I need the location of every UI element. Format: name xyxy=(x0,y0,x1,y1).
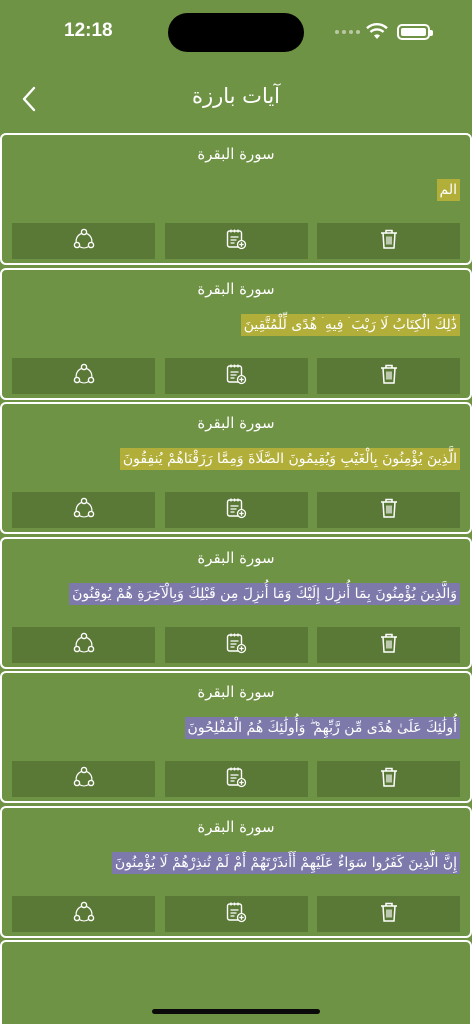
share-icon xyxy=(73,363,95,389)
delete-button[interactable] xyxy=(317,895,460,932)
add-note-icon xyxy=(225,632,247,658)
wifi-icon xyxy=(366,23,388,44)
card-actions xyxy=(12,492,460,528)
battery-icon xyxy=(397,24,433,40)
card-actions xyxy=(12,223,460,259)
card-actions xyxy=(12,761,460,797)
delete-button[interactable] xyxy=(317,492,460,528)
delete-button[interactable] xyxy=(317,223,460,259)
sura-name: سورة البقرة xyxy=(197,683,275,701)
ayah-card[interactable]: سورة البقرة وَالَّذِينَ يُؤْمِنُونَ بِمَا… xyxy=(0,536,472,669)
add-note-button[interactable] xyxy=(164,626,308,663)
signal-icon xyxy=(335,30,360,34)
ayah-text[interactable]: وَالَّذِينَ يُؤْمِنُونَ بِمَا أُنزِلَ إِ… xyxy=(69,582,460,605)
add-note-icon xyxy=(225,497,247,523)
delete-button[interactable] xyxy=(317,357,460,394)
ayah-text[interactable]: أُولَٰئِكَ عَلَىٰ هُدًى مِّن رَّبِّهِمْ … xyxy=(184,717,460,739)
ayah-card[interactable]: سورة البقرة الم xyxy=(0,133,472,265)
navigation-bar: آيات بارزة xyxy=(0,72,472,126)
ayah-text[interactable]: الم xyxy=(436,179,460,201)
card-actions xyxy=(12,357,460,394)
add-note-icon xyxy=(225,901,247,927)
card-actions xyxy=(12,895,460,932)
delete-button[interactable] xyxy=(317,761,460,797)
ayah-card[interactable]: سورة البقرة الَّذِينَ يُؤْمِنُونَ بِالْغَ… xyxy=(0,402,472,534)
trash-icon xyxy=(379,766,399,792)
add-note-button[interactable] xyxy=(164,223,308,259)
ayah-text[interactable]: الَّذِينَ يُؤْمِنُونَ بِالْغَيْبِ وَيُقِ… xyxy=(119,448,460,470)
trash-icon xyxy=(379,497,399,523)
trash-icon xyxy=(379,228,399,254)
share-icon xyxy=(73,632,95,658)
share-button[interactable] xyxy=(12,492,155,528)
add-note-button[interactable] xyxy=(164,895,308,932)
sura-name: سورة البقرة xyxy=(197,817,275,836)
add-note-icon xyxy=(225,363,247,389)
dynamic-island xyxy=(168,13,304,52)
trash-icon xyxy=(379,632,399,658)
ayah-card[interactable]: سورة البقرة أُولَٰئِكَ عَلَىٰ هُدًى مِّن … xyxy=(0,671,472,803)
sura-name: سورة البقرة xyxy=(197,279,275,298)
add-note-icon xyxy=(225,228,247,254)
add-note-button[interactable] xyxy=(164,761,308,797)
share-icon xyxy=(73,766,95,792)
sura-name: سورة البقرة xyxy=(197,414,275,432)
share-button[interactable] xyxy=(12,357,155,394)
home-indicator[interactable] xyxy=(152,1009,320,1014)
card-actions xyxy=(12,626,460,663)
sura-name: سورة البقرة xyxy=(197,145,275,163)
add-note-icon xyxy=(225,766,247,792)
sura-name: سورة البقرة xyxy=(197,548,275,567)
share-icon xyxy=(73,901,95,927)
ayah-text[interactable]: ذَٰلِكَ الْكِتَابُ لَا رَيْبَ ۛ فِيهِ ۛ … xyxy=(240,313,460,336)
page-title: آيات بارزة xyxy=(191,84,281,108)
share-button[interactable] xyxy=(12,895,155,932)
share-button[interactable] xyxy=(12,626,155,663)
share-icon xyxy=(73,228,95,254)
add-note-button[interactable] xyxy=(164,492,308,528)
status-time: 12:18 xyxy=(64,20,113,41)
share-button[interactable] xyxy=(12,761,155,797)
trash-icon xyxy=(379,363,399,389)
ayah-card[interactable]: سورة البقرة ذَٰلِكَ الْكِتَابُ لَا رَيْبَ… xyxy=(0,267,472,400)
status-bar: 12:18 xyxy=(0,0,472,64)
share-button[interactable] xyxy=(12,223,155,259)
delete-button[interactable] xyxy=(317,626,460,663)
ayah-text[interactable]: إِنَّ الَّذِينَ كَفَرُوا سَوَاءٌ عَلَيْه… xyxy=(111,851,460,874)
add-note-button[interactable] xyxy=(164,357,308,394)
trash-icon xyxy=(379,901,399,927)
ayah-card[interactable]: سورة البقرة إِنَّ الَّذِينَ كَفَرُوا سَوَ… xyxy=(0,805,472,938)
share-icon xyxy=(73,497,95,523)
